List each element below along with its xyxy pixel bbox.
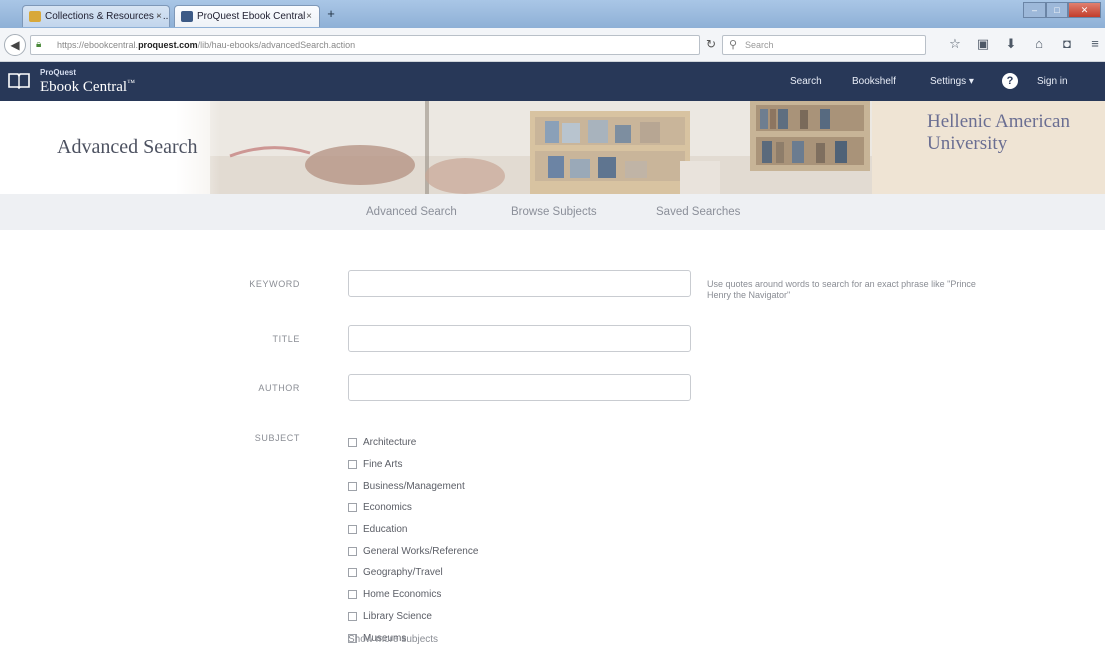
keyword-input[interactable] [348, 270, 691, 297]
trademark-mark: ™ [127, 78, 135, 87]
subject-checkbox[interactable] [348, 460, 357, 470]
subject-label-text: Library Science [363, 610, 432, 622]
nav-bookshelf[interactable]: Bookshelf [852, 62, 896, 101]
maximize-icon[interactable]: □ [1046, 2, 1068, 18]
subject-item[interactable]: Library Science [348, 606, 478, 628]
subject-label-text: Economics [363, 502, 412, 514]
subject-item[interactable]: Education [348, 519, 478, 541]
brand-proquest: ProQuest [40, 68, 77, 77]
reload-icon[interactable]: ↻ [706, 37, 716, 51]
nav-sign-in[interactable]: Sign in [1037, 62, 1068, 101]
lock-icon: 🔒︎ [36, 39, 42, 50]
nav-search[interactable]: Search [790, 62, 822, 101]
home-icon[interactable]: ⌂ [1032, 36, 1046, 52]
page-banner: Advanced Search Hellenic American Univer… [0, 101, 1105, 194]
brand-ebook-central[interactable]: Ebook Central™ [40, 78, 135, 96]
show-more-subjects-link[interactable]: Show more subjects [348, 634, 438, 645]
subject-checkbox[interactable] [348, 568, 357, 578]
browser-search-placeholder: Search [745, 40, 774, 50]
subject-item[interactable]: Business/Management [348, 475, 478, 497]
subject-checkbox[interactable] [348, 503, 357, 513]
subject-label-text: Business/Management [363, 480, 465, 492]
page-favicon-icon [29, 11, 41, 22]
close-tab-icon[interactable]: × [156, 6, 162, 27]
page-title: Advanced Search [57, 136, 198, 158]
browser-toolbar-icons: ☆ ▣ ⬇ ⌂ ◘ ≡ [948, 36, 1102, 52]
subject-label-text: Geography/Travel [363, 567, 443, 579]
author-input[interactable] [348, 374, 691, 401]
browser-tab-collections[interactable]: Collections & Resources - ... × [22, 5, 170, 27]
keyword-hint: Use quotes around words to search for an… [707, 279, 976, 300]
subject-checkbox[interactable] [348, 611, 357, 621]
subject-label-text: Architecture [363, 437, 417, 449]
subject-label-text: Education [363, 524, 408, 536]
subject-checkbox[interactable] [348, 590, 357, 600]
keyword-label: KEYWORD [249, 279, 300, 289]
url-path: /lib/hau-ebooks/advancedSearch.action [197, 40, 356, 50]
subject-checkbox[interactable] [348, 481, 357, 491]
subject-item[interactable]: Geography/Travel [348, 562, 478, 584]
reading-list-icon[interactable]: ▣ [976, 36, 990, 52]
download-icon[interactable]: ⬇ [1004, 36, 1018, 52]
url-domain: proquest.com [138, 40, 198, 50]
browser-tab-ebook-central[interactable]: ProQuest Ebook Central × [174, 5, 320, 27]
search-subnav: Advanced Search Browse Subjects Saved Se… [0, 194, 1105, 230]
help-icon[interactable]: ? [1002, 73, 1018, 89]
url-prefix: https://ebookcentral. [57, 40, 139, 50]
title-label: TITLE [272, 334, 300, 344]
subject-label: SUBJECT [254, 433, 300, 443]
tab-saved-searches[interactable]: Saved Searches [656, 194, 740, 230]
back-arrow-icon[interactable]: ◀ [4, 34, 26, 56]
tab-advanced-search[interactable]: Advanced Search [366, 194, 457, 230]
window-controls: – □ ✕ [1023, 2, 1101, 20]
institution-name: Hellenic American University [927, 111, 1070, 154]
title-input[interactable] [348, 325, 691, 352]
subject-label-text: Fine Arts [363, 459, 403, 471]
proquest-favicon-icon [181, 11, 193, 22]
open-book-icon[interactable] [8, 71, 30, 89]
subject-checkbox[interactable] [348, 546, 357, 556]
library-banner-image [210, 101, 872, 194]
minimize-icon[interactable]: – [1023, 2, 1046, 18]
subject-label-text: General Works/Reference [363, 545, 479, 557]
subject-label-text: Home Economics [363, 589, 442, 601]
menu-icon[interactable]: ≡ [1088, 36, 1102, 52]
subject-item[interactable]: Fine Arts [348, 454, 478, 476]
subject-item[interactable]: General Works/Reference [348, 540, 478, 562]
subject-item[interactable]: Home Economics [348, 584, 478, 606]
tab-browse-subjects[interactable]: Browse Subjects [511, 194, 597, 230]
new-tab-button[interactable]: + [322, 7, 340, 23]
subject-checkbox-list: Architecture Fine Arts Business/Manageme… [348, 432, 478, 649]
close-tab-icon[interactable]: × [306, 6, 312, 27]
browser-tab-label: ProQuest Ebook Central [197, 11, 306, 22]
bookmark-star-icon[interactable]: ☆ [948, 36, 962, 52]
subject-checkbox[interactable] [348, 438, 357, 448]
browser-tab-label: Collections & Resources - ... [45, 11, 170, 22]
browser-search-input[interactable]: ⚲ Search [722, 35, 926, 55]
brand-main-text: Ebook Central [40, 79, 128, 95]
browser-tabstrip: Collections & Resources - ... × ProQuest… [0, 0, 1105, 28]
subject-checkbox[interactable] [348, 525, 357, 535]
author-label: AUTHOR [258, 383, 300, 393]
subject-item[interactable]: Economics [348, 497, 478, 519]
close-window-icon[interactable]: ✕ [1068, 2, 1101, 18]
subject-item[interactable]: Architecture [348, 432, 478, 454]
nav-settings[interactable]: Settings ▾ [930, 62, 974, 101]
browser-navbar: ◀ 🔒︎ https://ebookcentral.proquest.com/l… [0, 28, 1105, 62]
address-bar[interactable]: 🔒︎ https://ebookcentral.proquest.com/lib… [30, 35, 700, 55]
site-header: ProQuest Ebook Central™ Search Bookshelf… [0, 62, 1105, 101]
search-icon: ⚲ [729, 39, 738, 51]
pocket-icon[interactable]: ◘ [1060, 36, 1074, 52]
